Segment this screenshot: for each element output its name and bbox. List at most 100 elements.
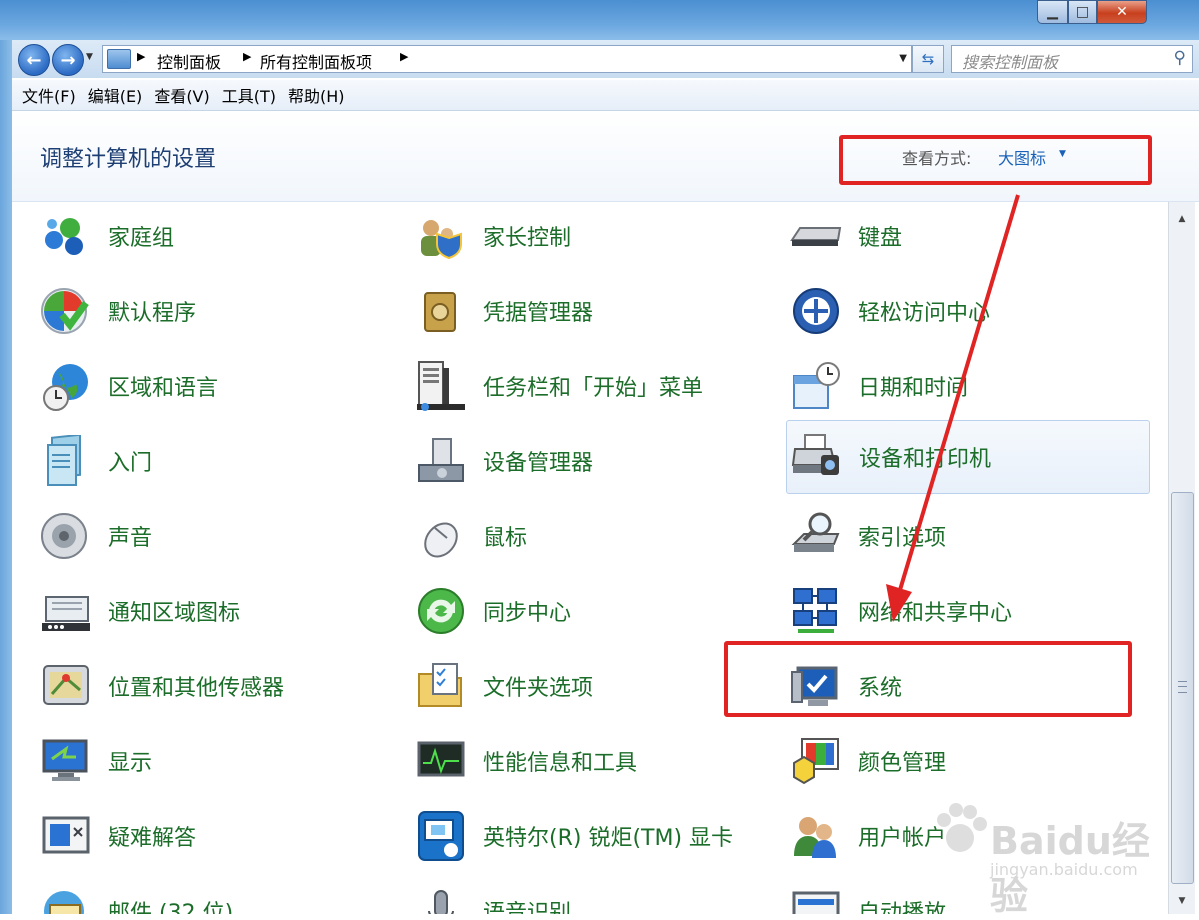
baidu-watermark: Baidu经验 jingyan.baidu.com [930,790,1160,918]
item-label: 轻松访问中心 [858,300,991,326]
item-sound[interactable]: 声音 [12,498,382,573]
item-label: 英特尔(R) 锐炬(TM) 显卡 [483,825,734,851]
item-label: 通知区域图标 [108,600,241,626]
ease-of-access-icon [790,285,842,337]
close-button[interactable]: ✕ [1097,0,1147,24]
homegroup-icon [40,210,92,262]
autoplay-icon [790,885,842,914]
item-display[interactable]: 显示 [12,723,382,798]
item-device-manager[interactable]: 设备管理器 [387,423,757,498]
item-taskbar-start[interactable]: 任务栏和「开始」菜单 [387,348,757,423]
item-label: 邮件 (32 位) [108,900,234,915]
item-label: 网络和共享中心 [858,600,1013,626]
breadcrumb-arrow-icon[interactable]: ▶ [137,50,145,63]
window-left-border [0,40,12,914]
troubleshooting-icon [40,810,92,862]
minimize-button[interactable]: ▁ [1037,0,1068,24]
item-label: 家长控制 [483,225,572,251]
item-performance[interactable]: 性能信息和工具 [387,723,757,798]
item-mouse[interactable]: 鼠标 [387,498,757,573]
parental-controls-icon [415,210,467,262]
scroll-down-icon[interactable]: ▼ [1172,892,1192,910]
date-time-icon [790,360,842,412]
search-input[interactable]: 搜索控制面板 ⚲ [951,45,1193,73]
item-label: 声音 [108,525,153,551]
device-manager-icon [415,435,467,487]
menu-edit[interactable]: 编辑(E) [88,83,143,107]
address-field[interactable]: ▶ 控制面板 ▶ 所有控制面板项 ▶ ▼ [102,45,912,73]
scroll-up-icon[interactable]: ▲ [1172,210,1192,228]
sync-center-icon [415,585,467,637]
menu-view[interactable]: 查看(V) [154,83,209,107]
item-troubleshooting[interactable]: 疑难解答 [12,798,382,873]
item-speech-recognition[interactable]: 语音识别 [387,873,757,914]
item-color-management[interactable]: 颜色管理 [762,723,1132,798]
item-keyboard[interactable]: 键盘 [762,202,1132,273]
refresh-button[interactable]: ⇆ [912,45,944,73]
keyboard-icon [790,210,842,262]
item-sync-center[interactable]: 同步中心 [387,573,757,648]
item-label: 同步中心 [483,600,572,626]
item-intel-graphics[interactable]: 英特尔(R) 锐炬(TM) 显卡 [387,798,757,873]
performance-icon [415,735,467,787]
item-indexing-options[interactable]: 索引选项 [762,498,1132,573]
item-label: 设备和打印机 [859,447,992,472]
mail-icon [40,885,92,914]
forward-button[interactable]: → [52,44,84,76]
taskbar-start-icon [415,360,467,412]
search-icon[interactable]: ⚲ [1174,48,1186,68]
breadcrumb-arrow-icon[interactable]: ▶ [243,50,251,63]
vertical-scrollbar[interactable]: ▲ ▼ [1168,202,1195,914]
speech-recognition-icon [415,885,467,914]
intel-graphics-icon [415,810,467,862]
item-network-sharing[interactable]: 网络和共享中心 [762,573,1132,648]
breadcrumb-all-items[interactable]: 所有控制面板项 [260,49,372,73]
item-notification-icons[interactable]: 通知区域图标 [12,573,382,648]
address-dropdown-icon[interactable]: ▼ [899,53,907,64]
item-label: 显示 [108,750,153,776]
display-icon [40,735,92,787]
item-mail[interactable]: 邮件 (32 位) [12,873,382,914]
maximize-button[interactable]: □ [1068,0,1097,24]
item-label: 设备管理器 [483,450,594,476]
breadcrumb-arrow-icon[interactable]: ▶ [400,50,408,63]
folder-options-icon [415,660,467,712]
menu-tools[interactable]: 工具(T) [222,83,276,107]
menu-help[interactable]: 帮助(H) [288,83,345,107]
mouse-icon [415,510,467,562]
annotation-box-view [839,135,1152,185]
color-management-icon [790,735,842,787]
credential-manager-icon [415,285,467,337]
location-sensors-icon [40,660,92,712]
item-getting-started[interactable]: 入门 [12,423,382,498]
item-region-language[interactable]: 区域和语言 [12,348,382,423]
item-label: 疑难解答 [108,825,197,851]
devices-printers-icon [791,431,843,483]
item-parental-controls[interactable]: 家长控制 [387,202,757,273]
item-credential-manager[interactable]: 凭据管理器 [387,273,757,348]
back-button[interactable]: ← [18,44,50,76]
item-ease-of-access[interactable]: 轻松访问中心 [762,273,1132,348]
item-label: 颜色管理 [858,750,947,776]
item-label: 家庭组 [108,225,175,251]
item-label: 语音识别 [483,900,572,915]
region-language-icon [40,360,92,412]
watermark-url: jingyan.baidu.com [990,860,1138,879]
item-label: 默认程序 [108,300,197,326]
item-default-programs[interactable]: 默认程序 [12,273,382,348]
breadcrumb-control-panel[interactable]: 控制面板 [157,49,221,73]
scrollbar-thumb[interactable] [1171,492,1194,884]
user-accounts-icon [790,810,842,862]
item-label: 文件夹选项 [483,675,594,701]
recent-pages-dropdown[interactable]: ▼ [86,52,93,62]
item-folder-options[interactable]: 文件夹选项 [387,648,757,723]
item-label: 任务栏和「开始」菜单 [483,375,704,401]
item-devices-printers[interactable]: 设备和打印机 [786,420,1150,494]
baidu-paw-icon [937,803,987,852]
item-date-time[interactable]: 日期和时间 [762,348,1132,423]
menu-file[interactable]: 文件(F) [22,83,76,107]
item-location-sensors[interactable]: 位置和其他传感器 [12,648,382,723]
sound-icon [40,510,92,562]
item-homegroup[interactable]: 家庭组 [12,202,382,273]
item-label: 鼠标 [483,525,528,551]
